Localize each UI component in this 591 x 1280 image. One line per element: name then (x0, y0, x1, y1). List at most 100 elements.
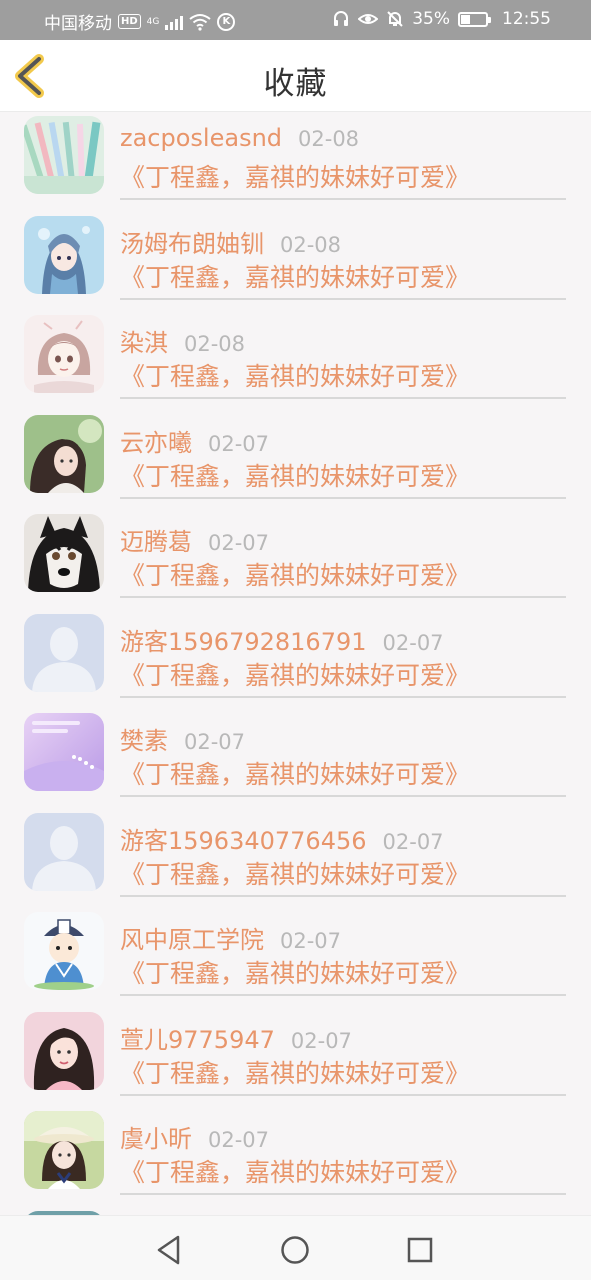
avatar[interactable] (24, 1111, 104, 1189)
username[interactable]: 汤姆布朗妯钏 (120, 224, 264, 259)
item-info: 汤姆布朗妯钏 02-08 《丁程鑫，嘉祺的妹妹好可爱》 (120, 224, 566, 300)
avatar[interactable] (24, 116, 104, 194)
username[interactable]: 风中原工学院 (120, 920, 264, 955)
date: 02-07 (208, 1128, 270, 1152)
battery-icon (458, 11, 491, 27)
date: 02-07 (382, 829, 444, 854)
clock: 12:55 (502, 9, 551, 29)
avatar[interactable] (24, 713, 104, 791)
list-item[interactable]: 风中原工学院 02-07 《丁程鑫，嘉祺的妹妹好可爱》 (0, 908, 591, 1008)
hd-badge: HD (118, 14, 141, 29)
username[interactable]: 染淇 (120, 323, 168, 358)
date: 02-07 (382, 630, 444, 655)
list-item[interactable]: 迈腾葛 02-07 《丁程鑫，嘉祺的妹妹好可爱》 (0, 510, 591, 610)
story-title[interactable]: 《丁程鑫，嘉祺的妹妹好可爱》 (120, 1054, 566, 1090)
nav-home-button[interactable] (275, 1230, 315, 1270)
username[interactable]: 游客1596340776456 (120, 821, 367, 856)
item-info: zacposleasnd 02-08 《丁程鑫，嘉祺的妹妹好可爱》 (120, 124, 566, 200)
item-meta: 迈腾葛 02-07 (120, 522, 566, 557)
story-title[interactable]: 《丁程鑫，嘉祺的妹妹好可爱》 (120, 656, 566, 692)
list-item[interactable]: 樊素 02-07 《丁程鑫，嘉祺的妹妹好可爱》 (0, 709, 591, 809)
eye-icon (358, 14, 379, 24)
story-title[interactable]: 《丁程鑫，嘉祺的妹妹好可爱》 (120, 357, 566, 393)
status-bar: 中国移动 HD 4G K 35% 12:55 (0, 0, 591, 40)
date: 02-07 (280, 929, 342, 953)
list-item[interactable]: 虞小昕 02-07 《丁程鑫，嘉祺的妹妹好可爱》 (0, 1107, 591, 1207)
page-title: 收藏 (263, 66, 328, 102)
item-meta: zacposleasnd 02-08 (120, 124, 566, 156)
date: 02-07 (208, 431, 270, 456)
date: 02-07 (208, 531, 270, 555)
username[interactable]: zacposleasnd (120, 124, 282, 152)
date: 02-08 (184, 332, 246, 356)
carrier-name: 中国移动 (44, 14, 112, 34)
item-meta: 樊素 02-07 (120, 721, 566, 756)
item-info: 虞小昕 02-07 《丁程鑫，嘉祺的妹妹好可爱》 (120, 1119, 566, 1195)
item-info: 染淇 02-08 《丁程鑫，嘉祺的妹妹好可爱》 (120, 323, 566, 399)
avatar[interactable] (24, 315, 104, 393)
favorites-list[interactable]: zacposleasnd 02-08 《丁程鑫，嘉祺的妹妹好可爱》 汤姆布朗妯钏 02-… (0, 112, 591, 1215)
nav-back-button[interactable] (150, 1230, 190, 1270)
list-item[interactable]: 游客1596792816791 02-07 《丁程鑫，嘉祺的妹妹好可爱》 (0, 610, 591, 710)
avatar[interactable] (24, 514, 104, 592)
item-meta: 染淇 02-08 (120, 323, 566, 358)
list-item[interactable]: zacposleasnd 02-08 《丁程鑫，嘉祺的妹妹好可爱》 (0, 112, 591, 212)
avatar[interactable] (24, 912, 104, 990)
item-meta: 虞小昕 02-07 (120, 1119, 566, 1154)
username[interactable]: 樊素 (120, 721, 168, 756)
item-meta: 游客1596340776456 02-07 (120, 821, 566, 856)
story-title[interactable]: 《丁程鑫，嘉祺的妹妹好可爱》 (120, 457, 566, 493)
date: 02-08 (298, 127, 360, 151)
item-info: 樊素 02-07 《丁程鑫，嘉祺的妹妹好可爱》 (120, 721, 566, 797)
list-item[interactable]: 染淇 02-08 《丁程鑫，嘉祺的妹妹好可爱》 (0, 311, 591, 411)
mute-bell-icon (387, 11, 403, 27)
avatar[interactable] (24, 613, 104, 692)
list-item[interactable]: 汤姆布朗妯钏 02-08 《丁程鑫，嘉祺的妹妹好可爱》 (0, 212, 591, 312)
list-item[interactable]: 萱儿9775947 02-07 《丁程鑫，嘉祺的妹妹好可爱》 (0, 1008, 591, 1108)
item-info: 风中原工学院 02-07 《丁程鑫，嘉祺的妹妹好可爱》 (120, 920, 566, 996)
item-meta: 汤姆布朗妯钏 02-08 (120, 224, 566, 259)
item-info: 游客1596792816791 02-07 《丁程鑫，嘉祺的妹妹好可爱》 (120, 622, 566, 698)
item-info: 云亦曦 02-07 《丁程鑫，嘉祺的妹妹好可爱》 (120, 423, 566, 499)
item-info: 迈腾葛 02-07 《丁程鑫，嘉祺的妹妹好可爱》 (120, 522, 566, 598)
list-item[interactable]: 游客1596340776456 02-07 《丁程鑫，嘉祺的妹妹好可爱》 (0, 809, 591, 909)
username[interactable]: 云亦曦 (120, 423, 192, 458)
network-type: 4G (146, 16, 160, 27)
date: 02-08 (280, 232, 342, 257)
username[interactable]: 虞小昕 (120, 1119, 192, 1154)
date: 02-07 (184, 730, 246, 754)
story-title[interactable]: 《丁程鑫，嘉祺的妹妹好可爱》 (120, 855, 566, 891)
circle-home-icon (281, 1236, 309, 1264)
item-meta: 风中原工学院 02-07 (120, 920, 566, 955)
username[interactable]: 迈腾葛 (120, 522, 192, 557)
app-header: 收藏 (0, 40, 591, 112)
username[interactable]: 游客1596792816791 (120, 622, 367, 657)
item-info: 萱儿9775947 02-07 《丁程鑫，嘉祺的妹妹好可爱》 (120, 1020, 566, 1096)
story-title[interactable]: 《丁程鑫，嘉祺的妹妹好可爱》 (120, 556, 566, 592)
signal-icon (165, 14, 184, 30)
avatar[interactable] (24, 215, 104, 294)
item-meta: 萱儿9775947 02-07 (120, 1020, 566, 1055)
item-meta: 游客1596792816791 02-07 (120, 622, 566, 657)
nav-recents-button[interactable] (400, 1230, 440, 1270)
item-meta: 云亦曦 02-07 (120, 423, 566, 458)
username[interactable]: 萱儿9775947 (120, 1020, 275, 1055)
k-app-icon: K (217, 12, 236, 31)
story-title[interactable]: 《丁程鑫，嘉祺的妹妹好可爱》 (120, 158, 566, 194)
story-title[interactable]: 《丁程鑫，嘉祺的妹妹好可爱》 (120, 954, 566, 990)
avatar[interactable] (24, 812, 104, 891)
system-nav-bar (0, 1215, 591, 1280)
date: 02-07 (290, 1028, 352, 1053)
headphones-icon (334, 11, 349, 26)
avatar[interactable] (24, 414, 104, 493)
story-title[interactable]: 《丁程鑫，嘉祺的妹妹好可爱》 (120, 258, 566, 294)
wifi-icon (189, 13, 211, 31)
triangle-back-icon (157, 1235, 180, 1265)
list-item-partial[interactable] (0, 1207, 591, 1215)
battery-percent: 35% (412, 9, 450, 29)
avatar[interactable] (24, 1011, 104, 1090)
list-item[interactable]: 云亦曦 02-07 《丁程鑫，嘉祺的妹妹好可爱》 (0, 411, 591, 511)
story-title[interactable]: 《丁程鑫，嘉祺的妹妹好可爱》 (120, 755, 566, 791)
item-info: 游客1596340776456 02-07 《丁程鑫，嘉祺的妹妹好可爱》 (120, 821, 566, 897)
story-title[interactable]: 《丁程鑫，嘉祺的妹妹好可爱》 (120, 1153, 566, 1189)
